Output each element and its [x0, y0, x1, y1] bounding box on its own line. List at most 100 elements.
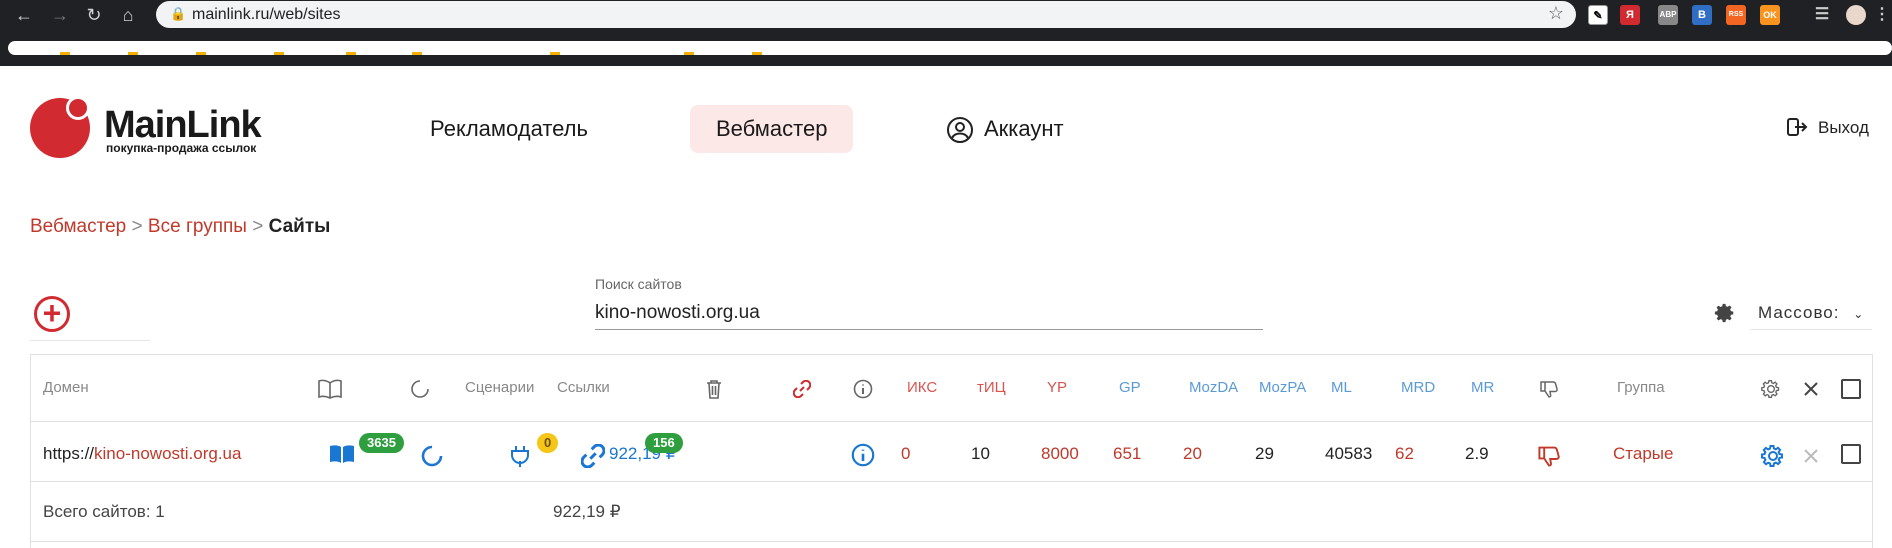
plug-icon[interactable]	[509, 444, 531, 468]
mass-action-dropdown[interactable]: Массово: ⌄	[1750, 296, 1873, 330]
lock-icon: 🔒	[170, 6, 187, 21]
breadcrumb-separator: >	[131, 216, 143, 237]
yp-value: 8000	[1041, 444, 1079, 463]
iks-value: 0	[901, 444, 911, 463]
reload-icon[interactable]: ↻	[82, 3, 106, 27]
remove-icon[interactable]	[1803, 448, 1819, 464]
domain-cell: https://kino-nowosti.org.ua	[43, 444, 241, 464]
pages-book-icon[interactable]	[317, 379, 343, 399]
domain-link[interactable]: kino-nowosti.org.ua	[94, 444, 241, 463]
bookmark-item[interactable]	[128, 52, 138, 55]
col-mozpa[interactable]: MozPA	[1259, 379, 1306, 396]
breadcrumb-all-groups[interactable]: Все группы	[148, 216, 247, 237]
col-gp[interactable]: GP	[1119, 379, 1141, 396]
breadcrumb-webmaster[interactable]: Вебмастер	[30, 216, 126, 237]
index-circle-icon[interactable]	[411, 380, 429, 398]
adblock-extension-icon[interactable]: ABP	[1658, 5, 1678, 25]
bookmark-item[interactable]	[684, 52, 694, 55]
row-checkbox[interactable]	[1841, 444, 1861, 464]
bookmark-item[interactable]	[196, 52, 206, 55]
breadcrumb-current: Сайты	[268, 216, 331, 237]
account-icon[interactable]	[946, 116, 974, 144]
info-icon[interactable]	[853, 379, 873, 399]
bookmark-item[interactable]	[550, 52, 560, 55]
logout-link[interactable]: Выход	[1818, 118, 1869, 138]
menu-advertiser[interactable]: Рекламодатель	[430, 105, 588, 153]
yandex-extension-icon[interactable]: Я	[1620, 5, 1640, 25]
add-divider	[30, 340, 150, 341]
close-icon[interactable]	[1803, 381, 1819, 397]
info-icon[interactable]	[851, 443, 875, 467]
group-link[interactable]: Старые	[1613, 444, 1673, 464]
mass-action-label: Массово:	[1758, 303, 1840, 322]
col-mr[interactable]: MR	[1471, 379, 1494, 396]
select-all-checkbox[interactable]	[1841, 379, 1861, 399]
logo-dot	[66, 96, 90, 120]
address-url[interactable]: mainlink.ru/web/sites	[192, 6, 341, 24]
col-tic[interactable]: тИЦ	[977, 379, 1006, 396]
search-input[interactable]	[595, 296, 1263, 330]
total-sum: 922,19 ₽	[553, 502, 621, 521]
column-settings-icon[interactable]	[1761, 379, 1781, 399]
pages-book-icon[interactable]	[329, 444, 355, 464]
col-mozda[interactable]: MozDA	[1189, 379, 1238, 396]
address-bar[interactable]: 🔒 mainlink.ru/web/sites ☆	[156, 1, 1576, 28]
breadcrumb-separator: >	[252, 216, 264, 237]
ok-extension-icon[interactable]: OK	[1760, 5, 1780, 25]
extension-icon[interactable]: ✎	[1588, 5, 1608, 25]
index-status-icon[interactable]	[420, 444, 444, 468]
thumbs-down-icon[interactable]	[1539, 379, 1559, 399]
bookmark-star-icon[interactable]: ☆	[1548, 3, 1564, 24]
settings-gear-icon[interactable]	[1714, 302, 1736, 324]
bookmarks-strip	[8, 41, 1892, 55]
media-control-icon[interactable]: ☰	[1812, 5, 1832, 25]
thumbs-down-icon[interactable]	[1537, 444, 1561, 468]
bookmark-item[interactable]	[752, 52, 762, 55]
tic-value: 10	[971, 444, 990, 463]
ml-value: 40583	[1325, 444, 1373, 463]
col-yp[interactable]: YP	[1047, 379, 1067, 396]
pages-count-badge[interactable]: 3635	[359, 433, 404, 453]
mozda-value: 20	[1183, 444, 1202, 463]
links-count-badge[interactable]: 156	[645, 433, 683, 453]
bookmark-item[interactable]	[274, 52, 284, 55]
col-iks[interactable]: ИКС	[907, 379, 937, 396]
logout-icon[interactable]	[1786, 116, 1808, 138]
home-icon[interactable]: ⌂	[116, 3, 140, 27]
col-scenarios[interactable]: Сценарии	[465, 379, 534, 396]
bookmark-item[interactable]	[60, 52, 70, 55]
search-label: Поиск сайтов	[595, 276, 682, 292]
chevron-down-icon: ⌄	[1853, 307, 1865, 321]
bookmark-item[interactable]	[412, 52, 422, 55]
bookmark-item[interactable]	[346, 52, 356, 55]
sites-table: Домен Сценарии Ссылки ИКС тИЦ YP GP MozD…	[30, 354, 1873, 548]
scenarios-badge[interactable]: 0	[537, 433, 559, 453]
col-group[interactable]: Группа	[1617, 379, 1665, 396]
rss-extension-icon[interactable]: RSS	[1726, 5, 1746, 25]
link-icon[interactable]	[793, 380, 811, 398]
table-footer-row: Всего сайтов: 1 922,19 ₽	[31, 482, 1872, 542]
gp-value: 651	[1113, 444, 1142, 463]
total-sites: Всего сайтов: 1	[43, 502, 165, 521]
col-mrd[interactable]: MRD	[1401, 379, 1435, 396]
vk-extension-icon[interactable]: B	[1692, 5, 1712, 25]
menu-account[interactable]: Аккаунт	[984, 105, 1064, 153]
browser-menu-icon[interactable]: ⋮	[1874, 5, 1890, 25]
table-header: Домен Сценарии Ссылки ИКС тИЦ YP GP MozD…	[31, 355, 1872, 422]
back-icon[interactable]: ←	[12, 3, 36, 27]
menu-webmaster[interactable]: Вебмастер	[690, 105, 854, 153]
forward-icon[interactable]: →	[48, 3, 72, 27]
profile-avatar[interactable]	[1846, 5, 1866, 25]
add-site-button[interactable]: +	[34, 296, 70, 332]
col-ml[interactable]: ML	[1331, 379, 1352, 396]
col-domain[interactable]: Домен	[43, 379, 89, 396]
table-row: https://kino-nowosti.org.ua 3635 0 922,1…	[31, 422, 1872, 482]
breadcrumb: Вебмастер > Все группы > Сайты	[30, 216, 330, 238]
brand-tagline: покупка-продажа ссылок	[106, 141, 257, 155]
trash-icon[interactable]	[705, 379, 723, 399]
mrd-value: 62	[1395, 444, 1414, 463]
site-settings-icon[interactable]	[1761, 444, 1785, 468]
col-links[interactable]: Ссылки	[557, 379, 610, 396]
domain-prefix: https://	[43, 444, 95, 463]
mr-value: 2.9	[1465, 444, 1489, 463]
